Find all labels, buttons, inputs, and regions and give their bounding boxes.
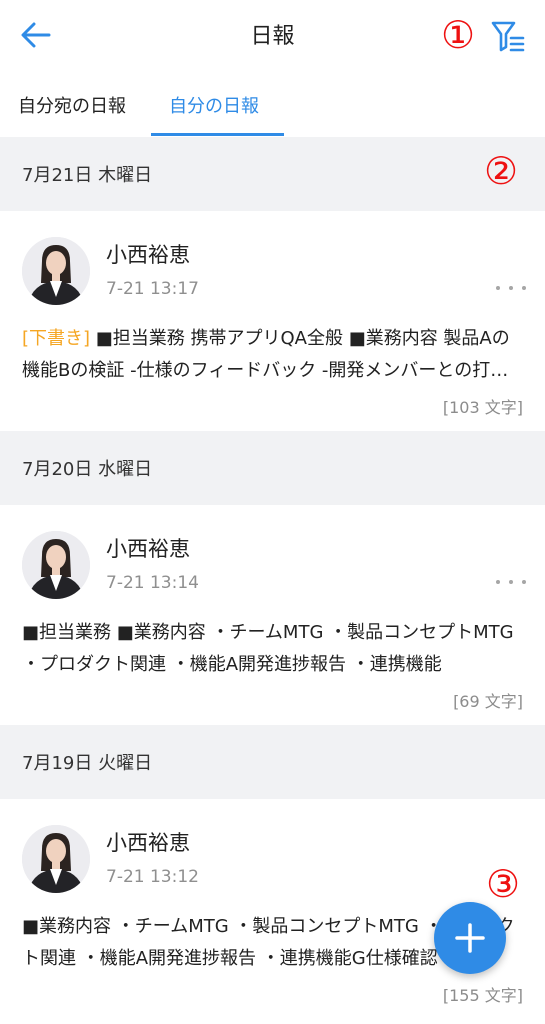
annotation-marker-1: ① [441, 15, 475, 55]
more-options-icon[interactable] [496, 574, 526, 590]
report-card[interactable]: 小西裕恵 7-21 13:14 ■担当業務 ■業務内容 ・チームMTG ・製品コ… [0, 505, 545, 724]
tab-my-reports[interactable]: 自分の日報 [169, 92, 259, 118]
avatar [22, 237, 90, 305]
add-report-button[interactable] [434, 902, 506, 974]
report-time: 7-21 13:12 [106, 867, 199, 887]
character-count: [103 文字] [443, 394, 523, 418]
active-tab-indicator [151, 133, 284, 136]
author-name: 小西裕恵 [106, 239, 190, 269]
report-card[interactable]: 小西裕恵 7-21 13:17 [下書き] ■担当業務 携帯アプリQA全般 ■業… [0, 211, 545, 430]
more-options-icon[interactable] [496, 280, 526, 296]
tab-bar: 自分宛の日報 自分の日報 [0, 70, 545, 136]
tab-reports-to-me[interactable]: 自分宛の日報 [18, 92, 126, 118]
date-label: 7月20日 水曜日 [22, 455, 152, 481]
date-label: 7月19日 火曜日 [22, 749, 152, 775]
character-count: [155 文字] [443, 982, 523, 1006]
report-text: ■担当業務 ■業務内容 ・チームMTG ・製品コンセプトMTG ・プロダクト関連… [22, 622, 514, 675]
report-preview[interactable]: ■担当業務 ■業務内容 ・チームMTG ・製品コンセプトMTG ・プロダクト関連… [22, 617, 524, 681]
plus-icon [454, 922, 486, 954]
date-label: 7月21日 木曜日 [22, 161, 152, 187]
author-name: 小西裕恵 [106, 827, 190, 857]
author-name: 小西裕恵 [106, 533, 190, 563]
annotation-marker-2: ② [484, 151, 518, 191]
report-time: 7-21 13:17 [106, 279, 199, 299]
report-preview[interactable]: [下書き] ■担当業務 携帯アプリQA全般 ■業務内容 製品Aの機能Bの検証 -… [22, 323, 524, 387]
annotation-marker-3: ③ [486, 864, 520, 904]
date-section-header: 7月21日 木曜日 ② [0, 137, 545, 211]
report-time: 7-21 13:14 [106, 573, 199, 593]
app-header: 日報 ① [0, 0, 545, 70]
date-section-header: 7月20日 水曜日 [0, 431, 545, 505]
filter-button[interactable] [488, 16, 528, 56]
avatar [22, 825, 90, 893]
avatar [22, 531, 90, 599]
report-text: ■担当業務 携帯アプリQA全般 ■業務内容 製品Aの機能Bの検証 -仕様のフィー… [22, 328, 510, 387]
date-section-header: 7月19日 火曜日 [0, 725, 545, 799]
draft-label: [下書き] [22, 328, 90, 349]
character-count: [69 文字] [453, 688, 523, 712]
filter-icon [490, 19, 526, 53]
